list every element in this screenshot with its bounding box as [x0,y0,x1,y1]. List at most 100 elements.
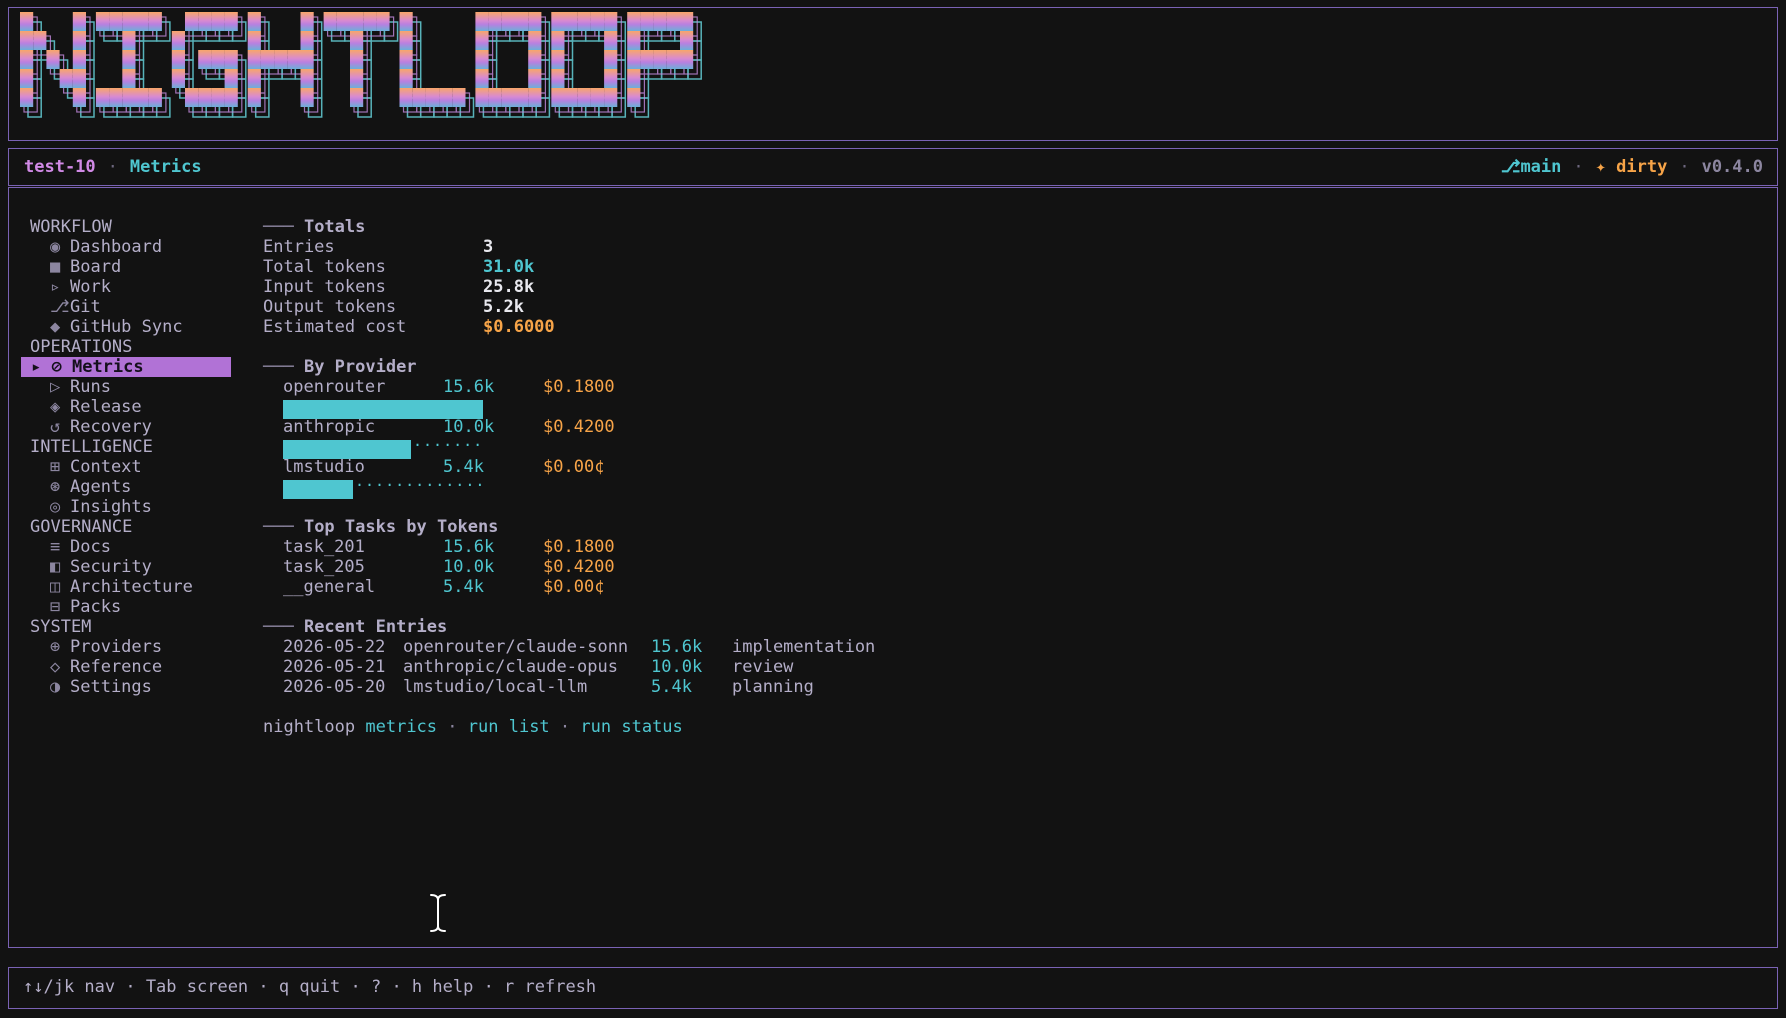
logo-pixel [640,12,654,31]
logo-pixel [680,31,694,50]
sidebar-item-runs[interactable]: ▷ Runs [21,377,231,397]
logo-pixel [247,31,261,50]
totals-row: Estimated cost $0.6000 [263,317,1263,337]
logo-pixel [274,50,288,69]
logo-pixel [666,12,680,31]
sidebar-item-reference[interactable]: ◇ Reference [21,657,231,677]
recent-heading: ─── Recent Entries [263,617,448,637]
sidebar-item-providers[interactable]: ⊕ Providers [21,637,231,657]
command-metrics[interactable]: metrics [365,717,437,737]
logo-pixel [564,12,578,31]
logo-pixel [148,88,162,107]
logo-pixel [627,31,641,50]
sidebar-item-label: Board [70,257,122,277]
sidebar-item-metrics[interactable]: ▸ ⊘ Metrics [21,357,231,377]
logo-pixel [171,69,185,88]
runs-icon: ▷ [50,377,61,397]
logo-pixel [350,31,364,50]
sidebar-item-release[interactable]: ◈ Release [21,397,231,417]
sidebar-item-label: GitHub Sync [70,317,183,337]
logo-pixel [247,88,261,107]
logo-pixel [122,88,136,107]
main-panel: WORKFLOW ◉ Dashboard ■ Board ▹ Work ⎇Git ◆ GitHub… [8,187,1778,948]
settings-icon: ◑ [50,677,61,697]
release-icon: ◈ [50,397,61,417]
logo-pixel [350,88,364,107]
sidebar-item-packs[interactable]: ⊟ Packs [21,597,231,617]
entry-phase: review [732,657,794,677]
task-name: task_201 [283,537,365,557]
totals-value: 25.8k [483,277,535,297]
sidebar-item-git[interactable]: ⎇Git [21,297,231,317]
logo-pixel [135,12,149,31]
sidebar-item-label: Architecture [70,577,193,597]
totals-label: Entries [263,237,335,257]
recent-entry-row: 2026-05-22 openrouter/claude-sonn 15.6k imp… [263,637,1263,657]
logo-pixel [122,50,136,69]
sidebar-section-operations: OPERATIONS [30,337,133,357]
sidebar-item-recovery[interactable]: ↺ Recovery [21,417,231,437]
sidebar-item-agents[interactable]: ⊛ Agents [21,477,231,497]
logo-pixel [122,69,136,88]
sidebar-item-label: Work [70,277,111,297]
entry-date: 2026-05-20 [283,677,386,697]
dashboard-icon: ◉ [50,237,61,257]
totals-label: Output tokens [263,297,397,317]
logo-pixel [72,31,86,50]
totals-row: Total tokens 31.0k [263,257,1263,277]
logo-pixel [300,12,314,31]
sidebar-item-docs[interactable]: ≡ Docs [21,537,231,557]
logo-pixel [185,12,199,31]
version: v0.4.0 [1701,157,1763,177]
agents-icon: ⊛ [50,477,61,497]
totals-label: Estimated cost [263,317,407,337]
logo-pixel [109,12,123,31]
logo-pixel [604,69,618,88]
provider-bar-row: ············· [263,476,1263,499]
entry-phase: implementation [732,637,876,657]
logo-pixel [488,88,502,107]
logo-pixel [528,12,542,31]
logo-pixel [551,88,565,107]
task-name: task_205 [283,557,365,577]
nightloop-logo [20,12,702,118]
metrics-content: ─── Totals Entries 3 Total tokens 31.0k Inpu… [263,217,1263,737]
sidebar-item-github-sync[interactable]: ◆ GitHub Sync [21,317,231,337]
logo-pixel [640,50,654,69]
logo-pixel [680,50,694,69]
logo-pixel [171,50,185,69]
sidebar-item-dashboard[interactable]: ◉ Dashboard [21,237,231,257]
logo-pixel [590,12,605,31]
sidebar-item-board[interactable]: ■ Board [21,257,231,277]
logo-pixel [122,12,136,31]
sidebar-section-intelligence: INTELLIGENCE [30,437,153,457]
dirty-status: dirty [1616,157,1668,177]
provider-bar-row [263,397,1263,419]
provider-cost: $0.1800 [543,377,615,397]
git-icon: ⎇ [50,297,70,317]
sidebar-item-work[interactable]: ▹ Work [21,277,231,297]
logo-pixel [72,69,86,88]
logo-pixel [604,88,618,107]
logo-pixel [399,88,413,107]
keybinding-help: ↑↓/jk nav · Tab screen · q quit · ? · h … [23,977,597,997]
logo-pixel [399,12,413,31]
sidebar-item-context[interactable]: ⊞ Context [21,457,231,477]
sidebar-item-architecture[interactable]: ◫ Architecture [21,577,231,597]
logo-pixel [399,50,413,69]
sidebar-item-settings[interactable]: ◑ Settings [21,677,231,697]
board-icon: ■ [50,257,61,277]
command-run-list[interactable]: run list [468,717,550,737]
sidebar-item-security[interactable]: ◧ Security [21,557,231,577]
logo-pixel [528,31,542,50]
task-row: task_201 15.6k $0.1800 [263,537,1263,557]
entry-tokens: 5.4k [651,677,692,697]
logo-pixel [247,69,261,88]
command-run-status[interactable]: run status [580,717,682,737]
logo-pixel [439,88,453,107]
logo-pixel [399,69,413,88]
logo-pixel [376,12,390,31]
sidebar-item-insights[interactable]: ◎ Insights [21,497,231,517]
context-icon: ⊞ [50,457,61,477]
logo-pixel [72,88,86,107]
